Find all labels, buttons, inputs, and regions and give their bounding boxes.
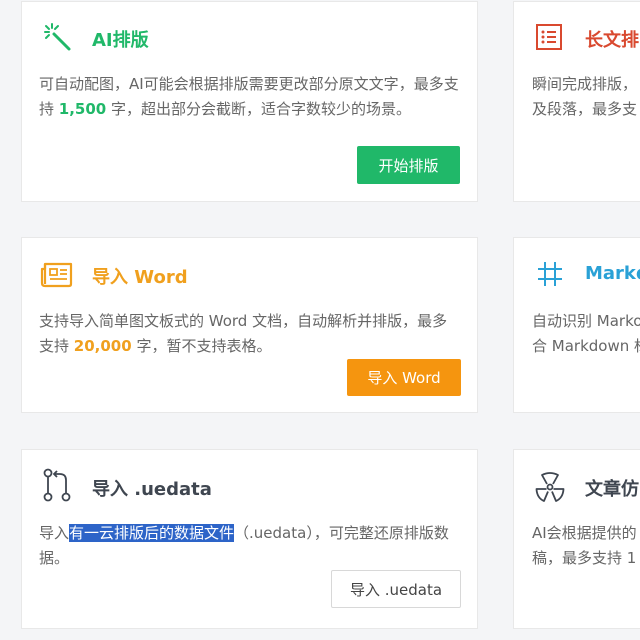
card-ai-layout: AI排版 可自动配图，AI可能会根据排版需要更改部分原文文字，最多支持 1,50… [21, 1, 478, 202]
card-import-word: 导入 Word 支持导入简单图文板式的 Word 文档，自动解析并排版，最多支持… [21, 237, 478, 413]
desc-line: 稿，最多支持 1 [532, 549, 637, 567]
card-article-imitate: 文章仿 AI会根据提供的 稿，最多支持 1 [513, 449, 640, 629]
card-description: 自动识别 Marko 合 Markdown 标 [532, 309, 640, 359]
radiation-icon [534, 470, 566, 506]
desc-text: 导入 [39, 524, 70, 542]
desc-text: 字，暂不支持表格。 [131, 337, 272, 355]
card-markdown: Markd 自动识别 Marko 合 Markdown 标 [513, 237, 640, 413]
import-uedata-button[interactable]: 导入 .uedata [331, 570, 461, 608]
desc-text: 字，超出部分会截断，适合字数较少的场景。 [106, 100, 412, 118]
card-title: AI排版 [92, 30, 149, 51]
start-layout-button[interactable]: 开始排版 [357, 146, 460, 184]
card-description: 导入有一云排版后的数据文件（.uedata），可完整还原排版数据。 [39, 521, 459, 571]
card-title: 文章仿 [585, 479, 639, 500]
card-title: 长文排 [585, 30, 639, 51]
card-description: 可自动配图，AI可能会根据排版需要更改部分原文文字，最多支持 1,500 字，超… [39, 72, 459, 122]
hash-icon [536, 260, 564, 292]
card-import-uedata: 导入 .uedata 导入有一云排版后的数据文件（.uedata），可完整还原排… [21, 449, 478, 629]
card-description: AI会根据提供的 稿，最多支持 1 [532, 521, 640, 571]
desc-line: 合 Markdown 标 [532, 337, 640, 355]
magic-wand-icon [42, 22, 72, 56]
desc-line: 及段落，最多支 [532, 100, 638, 118]
card-title: 导入 .uedata [92, 479, 212, 500]
card-description: 支持导入简单图文板式的 Word 文档，自动解析并排版，最多支持 20,000 … [39, 309, 459, 359]
desc-line: AI会根据提供的 [532, 524, 637, 542]
git-branch-icon [42, 468, 74, 506]
card-title: 导入 Word [92, 267, 188, 288]
card-long-text: 长文排 瞬间完成排版， 及段落，最多支 [513, 1, 640, 202]
char-limit: 20,000 [73, 337, 132, 355]
desc-line: 瞬间完成排版， [532, 75, 638, 93]
card-title: Markd [585, 263, 640, 284]
char-limit: 1,500 [58, 100, 107, 118]
import-word-button[interactable]: 导入 Word [347, 359, 461, 396]
newspaper-icon [40, 260, 74, 292]
list-doc-icon [536, 24, 562, 54]
card-description: 瞬间完成排版， 及段落，最多支 [532, 72, 640, 122]
selected-text[interactable]: 有一云排版后的数据文件 [69, 524, 235, 542]
desc-line: 自动识别 Marko [532, 312, 640, 330]
